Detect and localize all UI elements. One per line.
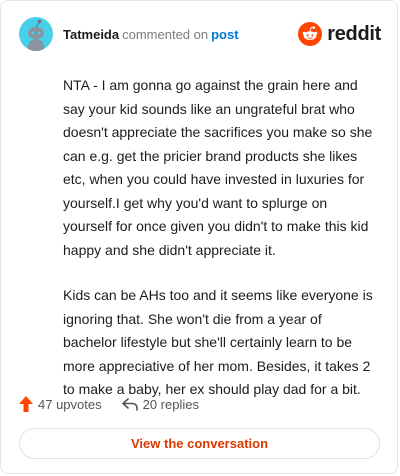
comment-body: NTA - I am gonna go against the grain he… [63, 74, 375, 424]
comment-header: Tatmeida commented on post reddit [19, 16, 381, 52]
snoo-avatar-icon [28, 19, 44, 51]
post-link[interactable]: post [211, 27, 238, 42]
user-avatar[interactable] [19, 17, 53, 51]
view-conversation-button[interactable]: View the conversation [19, 428, 380, 459]
reddit-logo[interactable]: reddit [298, 22, 381, 46]
comment-byline: Tatmeida commented on post [63, 27, 239, 42]
comment-paragraph: Kids can be AHs too and it seems like ev… [63, 287, 373, 397]
replies-count: 20 replies [142, 396, 199, 412]
byline-action-text: commented on [122, 26, 209, 42]
username-link[interactable]: Tatmeida [63, 27, 119, 42]
embedded-comment-card: Tatmeida commented on post reddit NTA - I … [0, 0, 398, 474]
comment-paragraph: NTA - I am gonna go against the grain he… [63, 77, 373, 258]
upvote-arrow-icon [19, 396, 33, 412]
reddit-snoo-icon [298, 22, 323, 46]
reply-arrow-icon [121, 398, 138, 411]
reddit-wordmark: reddit [327, 22, 381, 45]
upvotes-stat[interactable]: 47 upvotes [19, 396, 102, 412]
replies-stat[interactable]: 20 replies [121, 396, 199, 412]
comment-stats: 47 upvotes 20 replies [19, 392, 199, 416]
upvotes-count: 47 upvotes [38, 396, 102, 412]
